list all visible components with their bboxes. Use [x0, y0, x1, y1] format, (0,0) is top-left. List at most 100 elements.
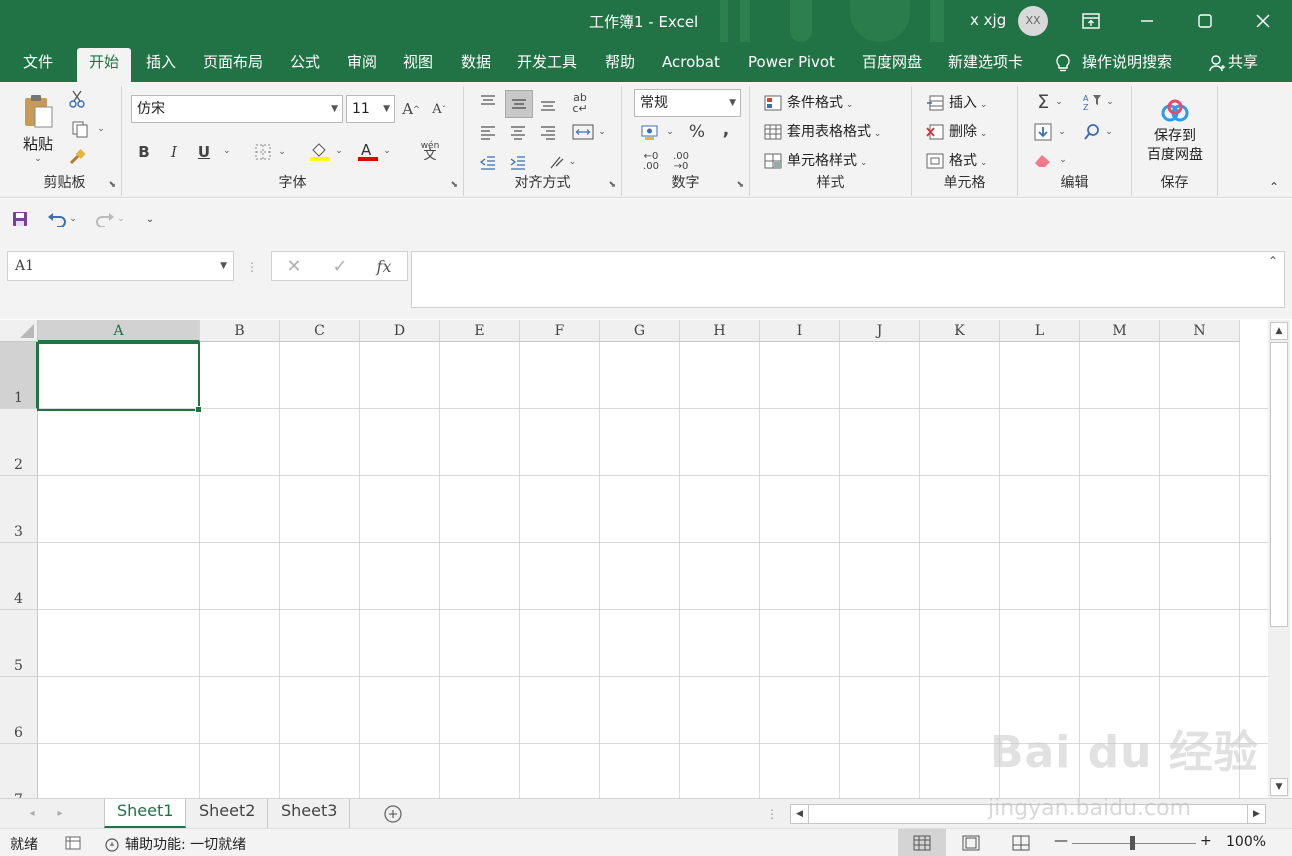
page-layout-view-button[interactable] [960, 833, 982, 853]
column-header-B[interactable]: B [200, 320, 280, 342]
insert-function-button[interactable]: fx [370, 254, 398, 278]
undo-button[interactable]: ⌄ [44, 209, 80, 229]
format-painter-button[interactable] [66, 146, 88, 168]
sheet-tab-3[interactable]: Sheet3 [269, 799, 351, 828]
align-right-button[interactable] [536, 120, 560, 144]
tab-review[interactable]: 审阅 [335, 48, 389, 82]
copy-button[interactable]: ⌄ [66, 118, 110, 140]
decrease-font-size-button[interactable]: Aˇ [428, 98, 450, 120]
worksheet-grid[interactable]: ABCDEFGHIJKLMN 1 2 3 4 5 6 7 [0, 320, 1268, 798]
prev-sheet-icon[interactable]: ◂ [24, 804, 40, 822]
new-sheet-button[interactable] [382, 803, 404, 825]
row-header-7[interactable]: 7 [0, 744, 38, 798]
tab-home[interactable]: 开始 [77, 48, 132, 82]
tab-split-grip-icon[interactable]: ⋮ [766, 805, 778, 823]
format-cells-button[interactable]: 格式 ⌄ [926, 150, 987, 170]
clear-button[interactable]: ⌄ [1030, 148, 1070, 172]
collapse-formula-bar-icon[interactable]: ⌃ [1268, 254, 1278, 268]
tab-page-layout[interactable]: 页面布局 [191, 48, 275, 82]
orientation-button[interactable]: ab c↵ [566, 90, 594, 116]
column-header-G[interactable]: G [600, 320, 680, 342]
column-header-N[interactable]: N [1160, 320, 1240, 342]
underline-dropdown-icon[interactable]: ⌄ [223, 146, 231, 156]
sort-filter-button[interactable]: A Z ⌄ [1076, 90, 1120, 114]
percent-style-button[interactable]: % [684, 120, 710, 144]
italic-button[interactable]: I [164, 140, 184, 164]
tab-file[interactable]: 文件 [11, 48, 65, 82]
accounting-format-button[interactable]: ⌄ [636, 120, 678, 144]
tab-help[interactable]: 帮助 [593, 48, 647, 82]
text-orientation-button[interactable]: ⌄ [544, 150, 580, 174]
confirm-entry-icon[interactable]: ✓ [328, 255, 352, 277]
macro-record-icon[interactable] [64, 834, 82, 852]
format-as-table-button[interactable]: 套用表格格式 ⌄ [764, 121, 881, 141]
find-select-button[interactable]: ⌄ [1076, 120, 1120, 144]
formula-bar-grip-icon[interactable]: ⋮ [245, 255, 259, 279]
cancel-entry-icon[interactable]: ✕ [282, 255, 306, 277]
font-name-box[interactable]: 仿宋 ▼ [131, 95, 343, 123]
next-sheet-icon[interactable]: ▸ [52, 804, 68, 822]
tab-developer[interactable]: 开发工具 [505, 48, 589, 82]
bottom-align-button[interactable] [536, 92, 560, 116]
font-dialog-launcher-icon[interactable]: ⬊ [450, 180, 458, 190]
fill-color-button[interactable]: ⌄ [304, 138, 348, 164]
formula-input[interactable]: ⌃ [411, 251, 1285, 308]
save-button[interactable] [10, 209, 30, 229]
tell-me-search[interactable]: 操作说明搜索 [1054, 48, 1172, 76]
comma-style-button[interactable]: , [716, 118, 736, 142]
name-box-dropdown-icon[interactable]: ▼ [220, 252, 227, 280]
vertical-scroll-thumb[interactable] [1270, 342, 1288, 627]
tab-formulas[interactable]: 公式 [278, 48, 332, 82]
zoom-slider-thumb[interactable] [1130, 836, 1135, 850]
column-header-A[interactable]: A [38, 320, 200, 342]
borders-button[interactable]: ⌄ [250, 140, 290, 164]
name-box[interactable]: A1 ▼ [7, 251, 234, 281]
column-header-H[interactable]: H [680, 320, 760, 342]
save-to-baidu-button[interactable]: 保存到 百度网盘 [1140, 94, 1210, 170]
maximize-button[interactable] [1182, 0, 1228, 42]
increase-indent-button[interactable] [506, 150, 530, 174]
number-format-box[interactable]: 常规 ▼ [634, 89, 741, 117]
collapse-ribbon-icon[interactable]: ⌃ [1266, 180, 1282, 194]
scroll-up-icon[interactable]: ▲ [1270, 322, 1288, 340]
sheet-tab-1[interactable]: Sheet1 [104, 799, 187, 828]
row-header-2[interactable]: 2 [0, 409, 38, 476]
align-center-button[interactable] [506, 120, 530, 144]
insert-cells-button[interactable]: 插入 ⌄ [926, 92, 987, 112]
tab-power-pivot[interactable]: Power Pivot [736, 48, 847, 82]
tab-new-tab[interactable]: 新建选项卡 [936, 48, 1035, 82]
tab-view[interactable]: 视图 [391, 48, 445, 82]
font-size-dropdown-icon[interactable]: ▼ [383, 96, 390, 122]
bold-button[interactable]: B [134, 140, 154, 164]
top-align-button[interactable] [476, 90, 500, 114]
tab-baidu-netdisk[interactable]: 百度网盘 [850, 48, 934, 82]
paste-button[interactable]: 粘贴 ⌄ [18, 92, 58, 164]
tab-data[interactable]: 数据 [449, 48, 503, 82]
tab-insert[interactable]: 插入 [134, 48, 188, 82]
ribbon-display-options-button[interactable] [1068, 0, 1114, 42]
number-format-dropdown-icon[interactable]: ▼ [729, 90, 736, 116]
select-all-button[interactable] [0, 320, 38, 342]
column-header-K[interactable]: K [920, 320, 1000, 342]
page-break-view-button[interactable] [1010, 833, 1032, 853]
merge-center-button[interactable]: ⌄ [566, 120, 612, 144]
column-header-E[interactable]: E [440, 320, 520, 342]
column-header-J[interactable]: J [840, 320, 920, 342]
font-name-dropdown-icon[interactable]: ▼ [331, 96, 338, 122]
customize-qat-icon[interactable]: ⌄ [142, 209, 158, 229]
accessibility-status[interactable]: 辅助功能: 一切就绪 [104, 834, 246, 854]
row-header-4[interactable]: 4 [0, 543, 38, 610]
zoom-out-button[interactable]: — [1054, 833, 1068, 849]
row-header-1[interactable]: 1 [0, 342, 38, 409]
redo-button[interactable]: ⌄ [92, 209, 128, 229]
row-header-6[interactable]: 6 [0, 677, 38, 744]
middle-align-button[interactable] [505, 90, 533, 118]
minimize-button[interactable] [1124, 0, 1170, 42]
delete-cells-button[interactable]: 删除 ⌄ [926, 121, 987, 141]
horizontal-scrollbar[interactable]: ◀ ▶ [790, 804, 1266, 824]
font-color-button[interactable]: A ⌄ [352, 138, 396, 164]
sheet-tab-2[interactable]: Sheet2 [187, 799, 269, 828]
column-header-F[interactable]: F [520, 320, 600, 342]
font-size-box[interactable]: 11 ▼ [346, 95, 395, 123]
zoom-in-button[interactable]: + [1200, 833, 1212, 849]
